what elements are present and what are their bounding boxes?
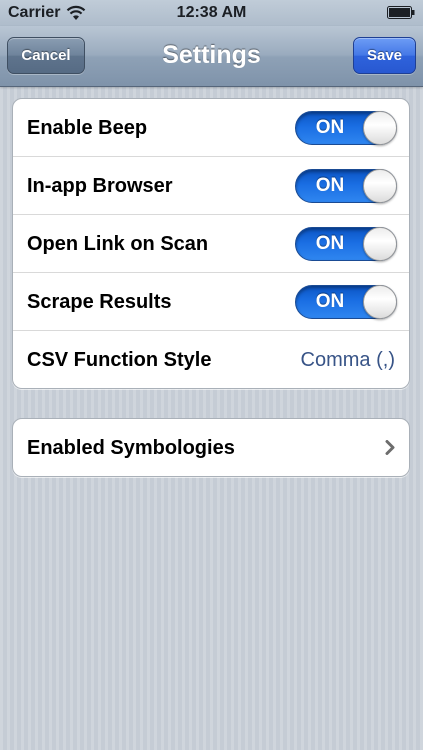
- enable-beep-toggle[interactable]: ON: [295, 111, 397, 145]
- battery-icon: [387, 6, 415, 19]
- setting-label: Open Link on Scan: [27, 233, 209, 255]
- toggle-state-label: ON: [315, 117, 345, 138]
- setting-row-in-app-browser: In-app Browser ON: [13, 157, 409, 215]
- csv-function-style-value: Comma (,): [300, 349, 395, 371]
- setting-label: Enable Beep: [27, 117, 148, 139]
- setting-label: Scrape Results: [27, 291, 172, 313]
- save-button[interactable]: Save: [353, 37, 416, 74]
- chevron-right-icon: [385, 440, 395, 455]
- toggle-knob: [363, 227, 397, 261]
- toggle-knob: [363, 111, 397, 145]
- navigation-bar: Settings Cancel Save: [0, 26, 423, 87]
- symbologies-group: Enabled Symbologies: [12, 418, 410, 477]
- enabled-symbologies-row[interactable]: Enabled Symbologies: [13, 419, 409, 476]
- setting-row-csv-function-style[interactable]: CSV Function Style Comma (,): [13, 331, 409, 388]
- status-time: 12:38 AM: [176, 4, 247, 21]
- toggle-state-label: ON: [315, 233, 345, 254]
- toggle-knob: [363, 169, 397, 203]
- cancel-button[interactable]: Cancel: [7, 37, 85, 74]
- setting-label: In-app Browser: [27, 175, 173, 197]
- status-bar: Carrier 12:38 AM: [0, 0, 423, 26]
- setting-row-open-link-on-scan: Open Link on Scan ON: [13, 215, 409, 273]
- toggle-state-label: ON: [315, 175, 345, 196]
- settings-group: Enable Beep ON In-app Browser ON Open Li…: [12, 98, 410, 389]
- setting-label: CSV Function Style: [27, 349, 212, 371]
- toggle-knob: [363, 285, 397, 319]
- toggle-state-label: ON: [315, 291, 345, 312]
- in-app-browser-toggle[interactable]: ON: [295, 169, 397, 203]
- setting-row-scrape-results: Scrape Results ON: [13, 273, 409, 331]
- scrape-results-toggle[interactable]: ON: [295, 285, 397, 319]
- open-link-on-scan-toggle[interactable]: ON: [295, 227, 397, 261]
- setting-row-enable-beep: Enable Beep ON: [13, 99, 409, 157]
- enabled-symbologies-label: Enabled Symbologies: [27, 437, 235, 459]
